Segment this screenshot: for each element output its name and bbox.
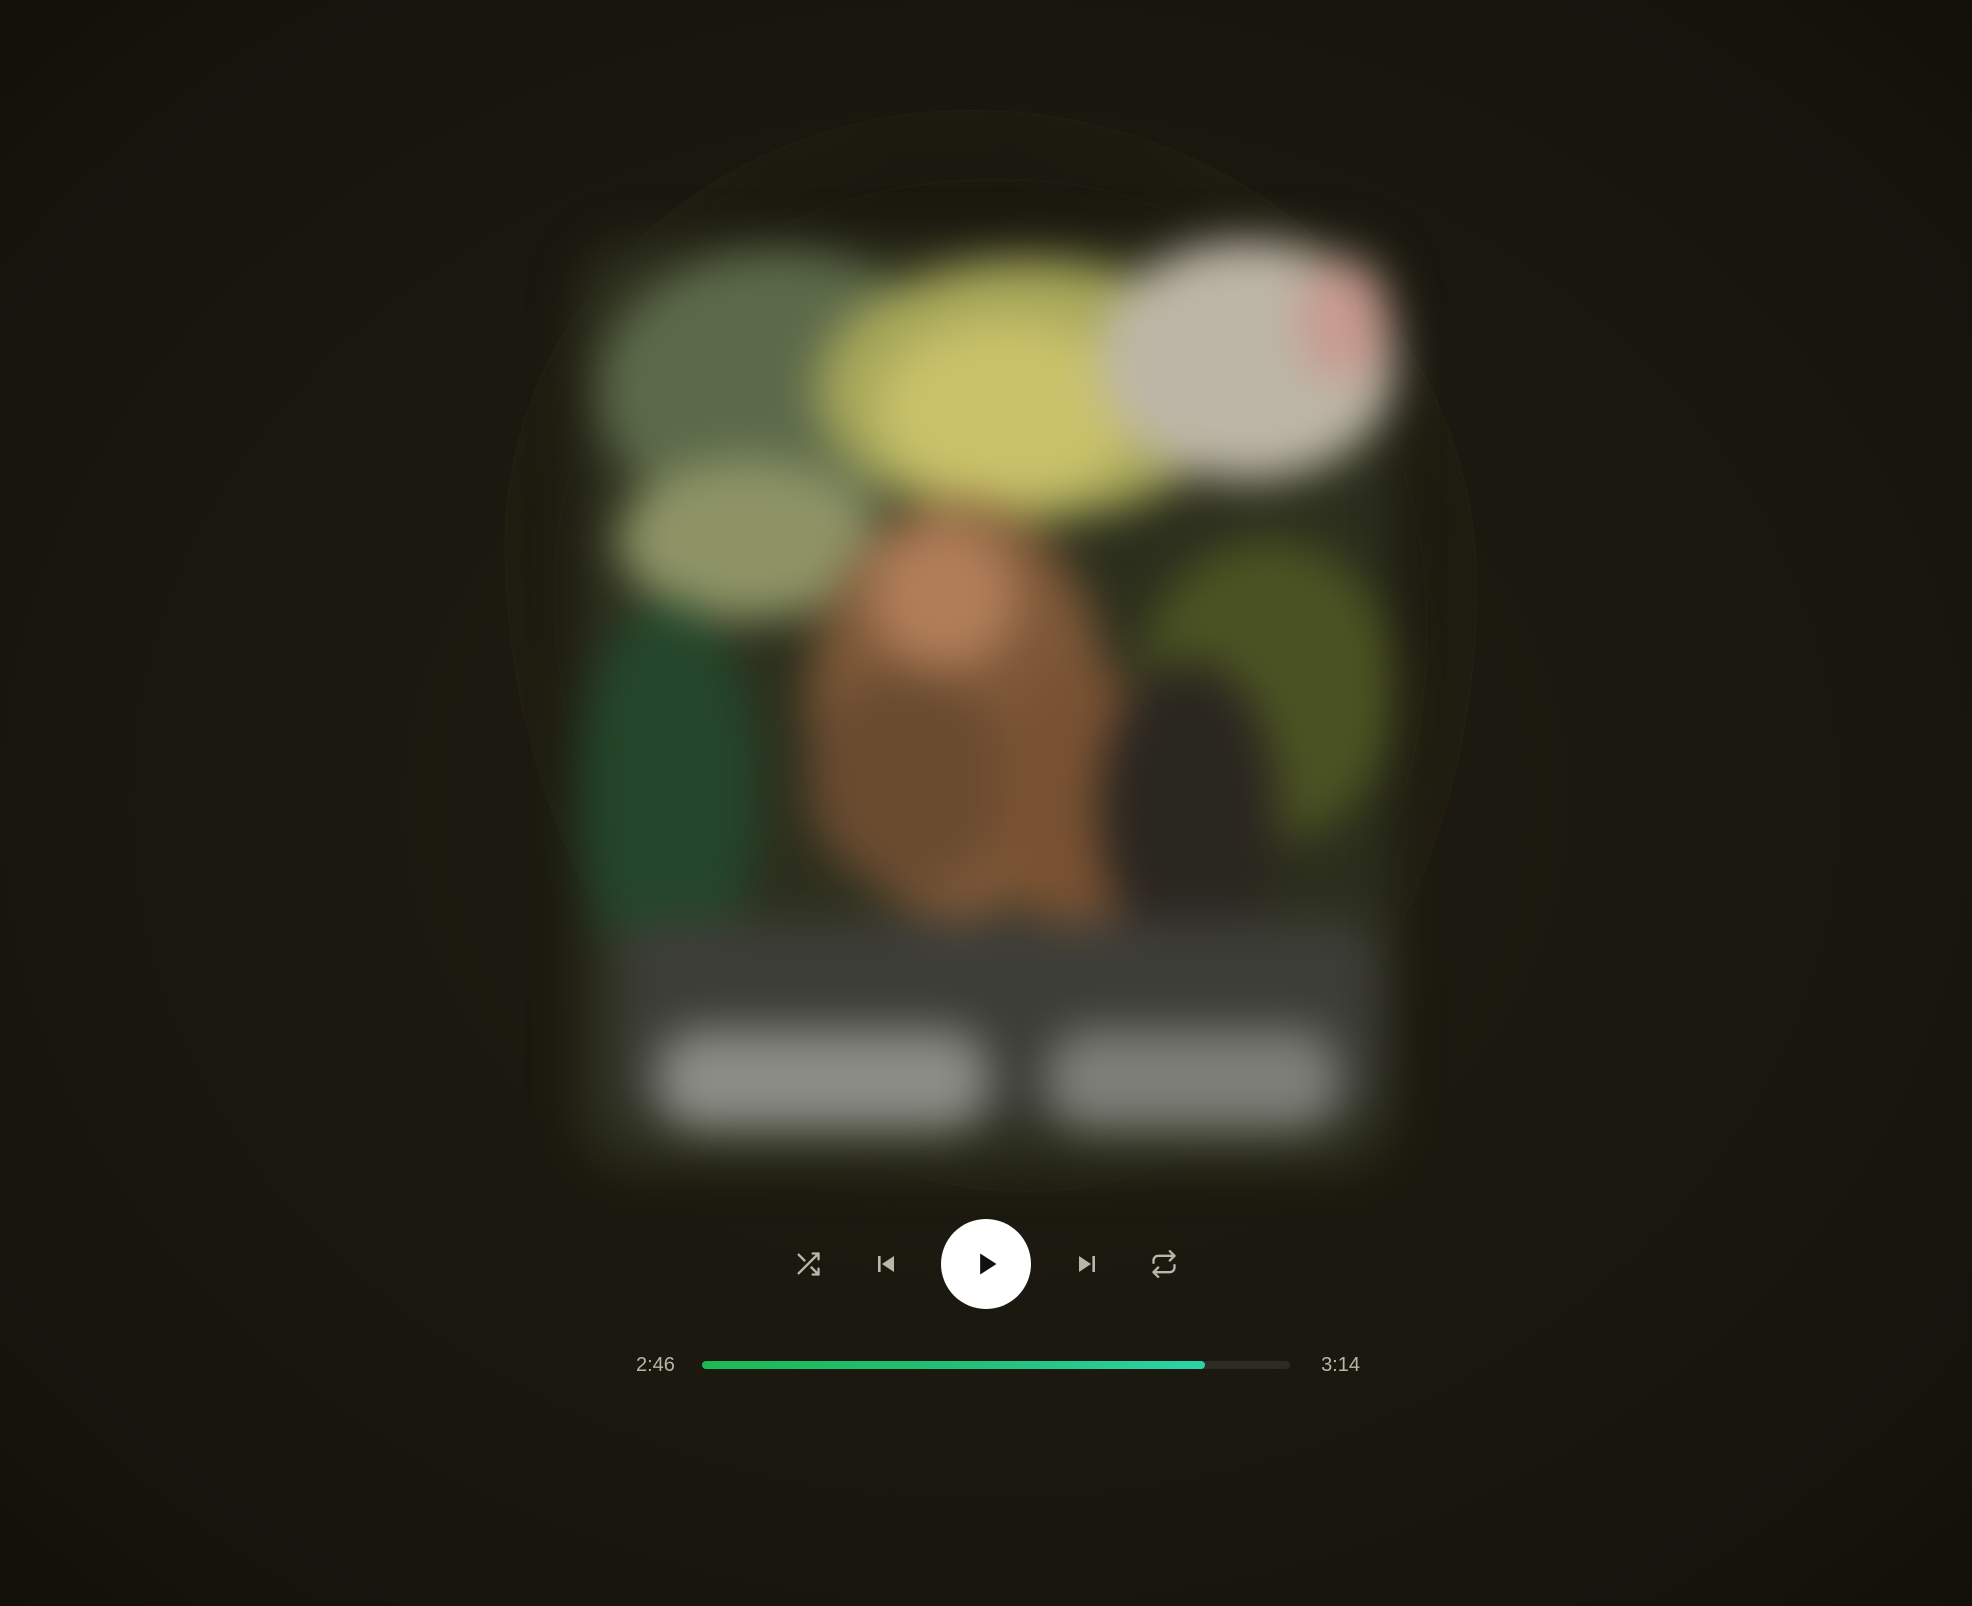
shuffle-button[interactable] xyxy=(786,1242,830,1286)
previous-button[interactable] xyxy=(864,1242,908,1286)
album-artwork xyxy=(578,240,1394,1170)
progress-bar[interactable] xyxy=(702,1361,1290,1369)
next-button[interactable] xyxy=(1065,1242,1109,1286)
progress-fill xyxy=(702,1361,1206,1369)
shuffle-icon xyxy=(797,1252,820,1276)
playback-controls xyxy=(786,1218,1186,1310)
total-time: 3:14 xyxy=(1321,1353,1360,1376)
play-icon xyxy=(980,1253,997,1275)
skip-previous-icon xyxy=(877,1256,894,1272)
album-artwork-image xyxy=(578,240,1394,1170)
elapsed-time: 2:46 xyxy=(636,1353,675,1376)
play-button[interactable] xyxy=(941,1219,1031,1309)
repeat-icon xyxy=(1152,1250,1176,1278)
progress-row: 2:46 3:14 xyxy=(620,1350,1360,1380)
repeat-button[interactable] xyxy=(1142,1242,1186,1286)
skip-next-icon xyxy=(1078,1256,1095,1272)
player-stage: 2:46 3:14 xyxy=(0,0,1972,1606)
